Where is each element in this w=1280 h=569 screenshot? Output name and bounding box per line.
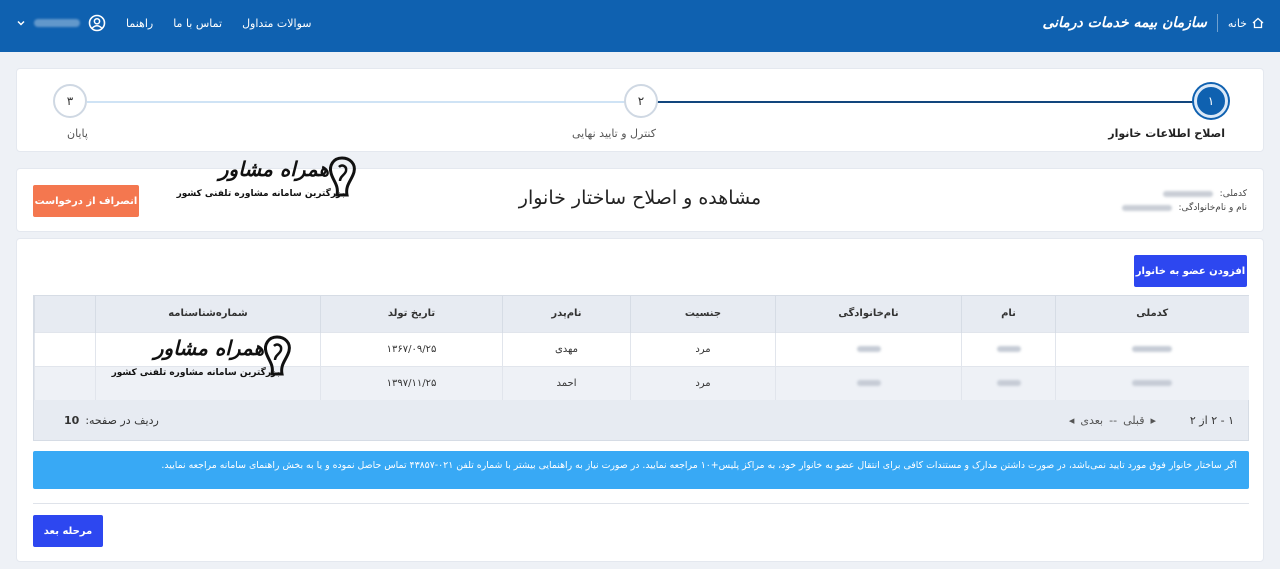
add-member-button[interactable]: افزودن عضو به خانوار	[1134, 255, 1247, 287]
watermark: همراه مشاور بزرگترین سامانه مشاوره تلفنی…	[112, 334, 294, 390]
col-last-name[interactable]: نام‌خانوادگی	[775, 296, 962, 332]
cancel-request-button[interactable]: انصراف از درخواست	[33, 185, 139, 217]
col-first-name[interactable]: نام	[961, 296, 1056, 332]
cell-gender: مرد	[630, 331, 776, 366]
nav-contact[interactable]: تماس با ما	[173, 17, 222, 30]
step-line-pending	[87, 101, 657, 103]
top-navbar: سازمان بیمه خدمات درمانی خانه راهنما تما…	[0, 0, 1280, 52]
info-alert: اگر ساختار خانوار فوق مورد تایید نمی‌باش…	[33, 451, 1249, 489]
col-actions	[34, 296, 96, 332]
watermark-subtitle: بزرگترین سامانه مشاوره تلفنی کشور	[176, 189, 345, 199]
watermark-title: همراه مشاور	[218, 157, 329, 181]
rows-per-page-select[interactable]: 10	[64, 414, 79, 427]
cell-father-name: مهدی	[502, 331, 631, 366]
redacted-value	[856, 379, 881, 386]
brand-divider	[1216, 14, 1218, 32]
rows-per-page-label: ردیف در صفحه:	[85, 414, 159, 427]
pagination-range: ۱ - ۲ از ۲	[1189, 414, 1234, 427]
step-3-label: پایان	[67, 127, 88, 140]
cell-first-name	[961, 331, 1056, 366]
nav-help[interactable]: راهنما	[126, 17, 153, 30]
cell-birth-date: ۱۳۶۷/۰۹/۲۵	[320, 331, 503, 366]
watermark: همراه مشاور بزرگترین سامانه مشاوره تلفنی…	[177, 155, 359, 211]
col-national-code[interactable]: کدملی	[1055, 296, 1249, 332]
redacted-value	[1132, 379, 1173, 386]
step-2-circle: ۲	[624, 84, 658, 118]
pagination-prev[interactable]: قبلی	[1123, 414, 1144, 427]
step-1-circle: ۱	[1194, 84, 1228, 118]
step-1-label: اصلاح اطلاعات خانوار	[1108, 127, 1225, 140]
redacted-value	[996, 345, 1021, 352]
watermark-title: همراه مشاور	[153, 336, 264, 360]
redacted-value	[996, 379, 1021, 386]
cell-last-name	[775, 331, 962, 366]
pagination-nav: ▸ قبلی -- بعدی ◂	[1069, 414, 1156, 427]
chevron-left-icon[interactable]: ◂	[1069, 414, 1075, 427]
step-line-complete	[657, 101, 1227, 103]
col-gender[interactable]: جنسیت	[630, 296, 776, 332]
home-icon	[1252, 17, 1264, 29]
step-2-label: کنترل و تایید نهایی	[571, 127, 656, 140]
col-father-name[interactable]: نام‌پدر	[502, 296, 631, 332]
nav-faq[interactable]: سوالات متداول	[242, 17, 311, 30]
user-name-redacted	[34, 19, 80, 27]
user-menu[interactable]	[16, 14, 106, 32]
request-info-card: کدملی: نام و نام‌خانوادگی: مشاهده و اصلا…	[16, 156, 1264, 232]
household-members-card: افزودن عضو به خانوار کدملی نام نام‌خانوا…	[16, 238, 1264, 562]
redacted-value	[1132, 345, 1173, 352]
brand: سازمان بیمه خدمات درمانی خانه	[1042, 14, 1264, 32]
divider	[33, 503, 1249, 504]
cell-national-code	[1055, 331, 1249, 366]
table-pagination: ۱ - ۲ از ۲ ▸ قبلی -- بعدی ◂ ردیف در صفحه…	[34, 402, 1248, 440]
next-step-button[interactable]: مرحله بعد	[33, 515, 103, 547]
cell-first-name	[961, 365, 1056, 400]
chevron-down-icon	[17, 20, 25, 26]
cell-gender: مرد	[630, 365, 776, 400]
home-label: خانه	[1227, 16, 1247, 30]
user-avatar-icon	[88, 14, 106, 32]
rows-per-page: ردیف در صفحه: 10	[64, 414, 159, 427]
cell-actions	[34, 365, 96, 400]
cell-birth-date: ۱۳۹۷/۱۱/۲۵	[320, 365, 503, 400]
chevron-right-icon[interactable]: ▸	[1150, 414, 1156, 427]
pagination-next[interactable]: بعدی	[1080, 414, 1103, 427]
nav-menu: راهنما تماس با ما سوالات متداول	[16, 14, 312, 32]
stepper: ۱ اصلاح اطلاعات خانوار ۲ کنترل و تایید ن…	[16, 68, 1264, 152]
members-table-container: کدملی نام نام‌خانوادگی جنسیت نام‌پدر تار…	[33, 295, 1249, 441]
step-3-circle: ۳	[53, 84, 87, 118]
cell-father-name: احمد	[502, 365, 631, 400]
redacted-value	[856, 345, 881, 352]
home-link[interactable]: خانه	[1228, 17, 1264, 30]
pagination-separator: --	[1109, 414, 1118, 427]
watermark-subtitle: بزرگترین سامانه مشاوره تلفنی کشور	[111, 368, 280, 378]
cell-last-name	[775, 365, 962, 400]
brand-logo[interactable]: سازمان بیمه خدمات درمانی	[1042, 15, 1206, 31]
col-id-number[interactable]: شماره‌شناسنامه	[95, 296, 321, 332]
col-birth-date[interactable]: تاریخ تولد	[320, 296, 503, 332]
cell-actions	[34, 331, 96, 366]
cell-national-code	[1055, 365, 1249, 400]
table-header-row: کدملی نام نام‌خانوادگی جنسیت نام‌پدر تار…	[34, 296, 1249, 332]
